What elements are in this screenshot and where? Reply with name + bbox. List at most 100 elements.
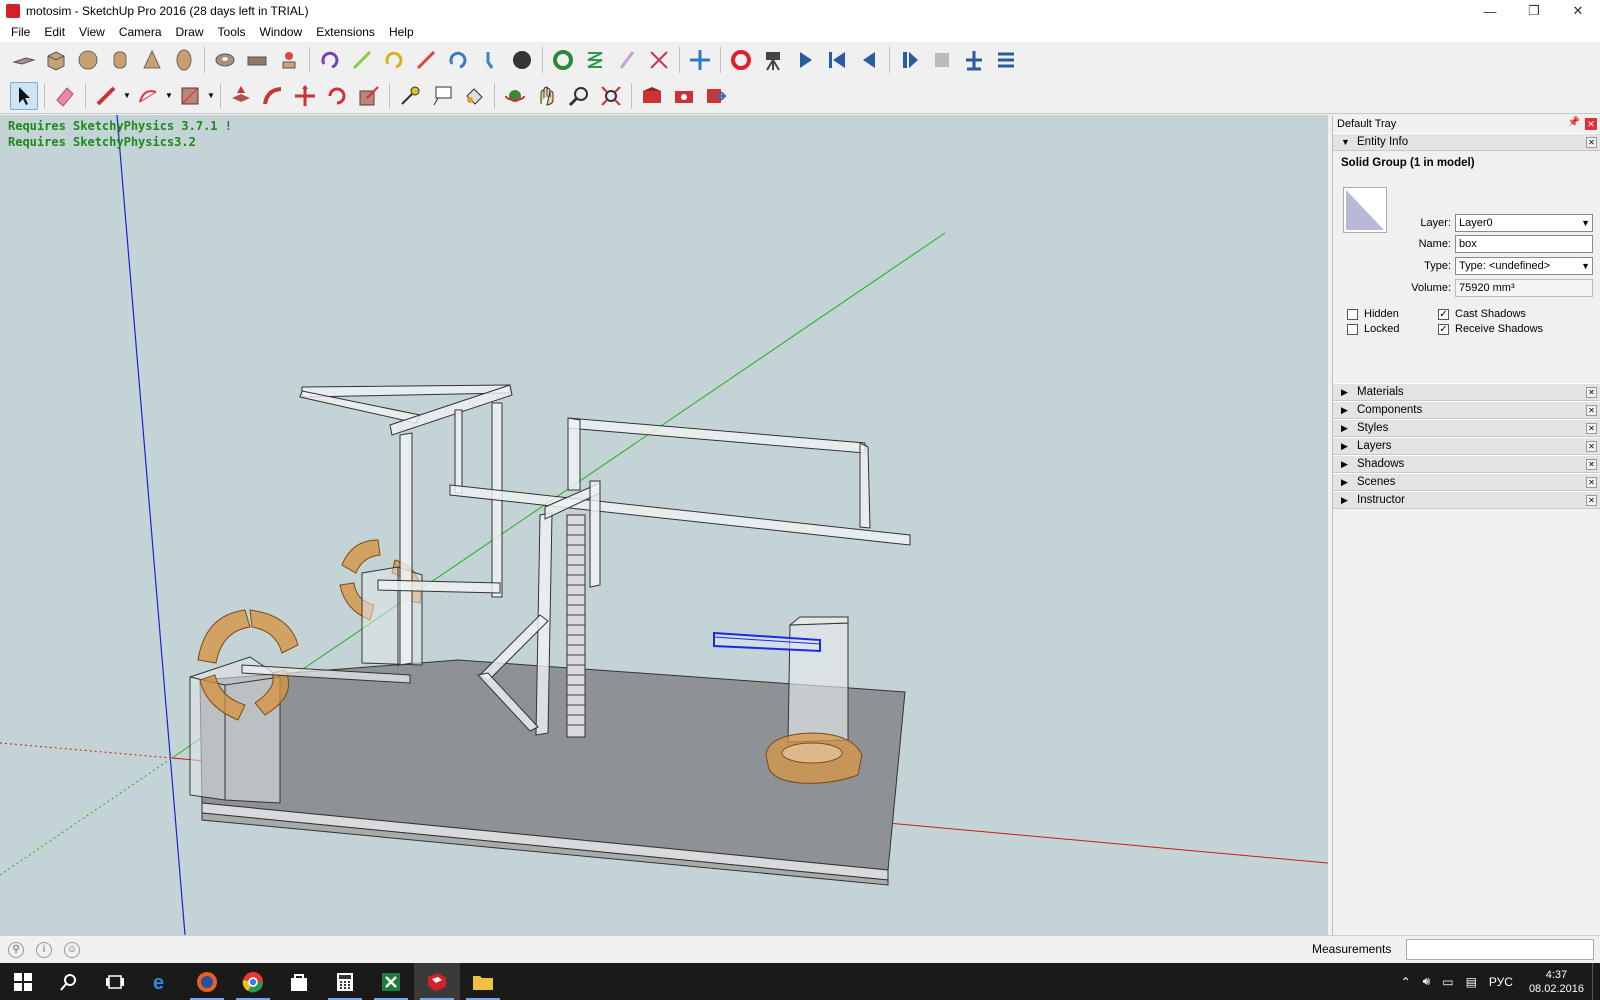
panel-materials[interactable]: ▶ Materials ✕	[1333, 383, 1600, 401]
hinge-icon[interactable]	[316, 46, 344, 74]
stop-icon[interactable]	[928, 46, 956, 74]
material-swatch[interactable]	[1343, 187, 1387, 233]
fixed-joint-icon[interactable]	[508, 46, 536, 74]
select-icon[interactable]	[10, 81, 38, 110]
receive-shadows-checkbox[interactable]: ✓ Receive Shadows	[1438, 323, 1543, 335]
calculator-icon[interactable]	[322, 963, 368, 1000]
right-tower[interactable]	[787, 616, 849, 743]
edge-icon[interactable]: e	[138, 963, 184, 1000]
restore-button[interactable]: ❐	[1512, 0, 1556, 22]
firefox-icon[interactable]	[184, 963, 230, 1000]
pause-icon[interactable]	[896, 46, 924, 74]
close-button[interactable]: ✕	[1556, 0, 1600, 22]
play-icon[interactable]	[791, 46, 819, 74]
menu-tools[interactable]: Tools	[211, 25, 253, 39]
threaded-rod[interactable]	[566, 514, 586, 738]
geolocation-icon[interactable]: ⚲	[8, 941, 24, 958]
menu-file[interactable]: File	[4, 25, 37, 39]
ellipsoid-icon[interactable]	[170, 46, 198, 74]
receive-shadows-checkbox-box[interactable]: ✓	[1438, 323, 1449, 335]
magnet-icon[interactable]	[476, 46, 504, 74]
rectangle-icon[interactable]	[176, 82, 204, 110]
excel-icon[interactable]	[368, 963, 414, 1000]
minimize-button[interactable]: —	[1468, 0, 1512, 22]
action-center-icon[interactable]: ▤	[1466, 975, 1477, 989]
search-icon[interactable]	[46, 963, 92, 1000]
panel-entity-info[interactable]: ▼ Entity Info ✕	[1333, 133, 1600, 151]
layer-select[interactable]: Layer0 ▼	[1455, 214, 1593, 232]
spring-s-icon[interactable]	[581, 46, 609, 74]
panel-shadows[interactable]: ▶ Shadows ✕	[1333, 455, 1600, 473]
push-pull-icon[interactable]	[227, 82, 255, 110]
arc-icon[interactable]	[134, 82, 162, 110]
panel-close-icon[interactable]: ✕	[1586, 459, 1597, 470]
add-icon[interactable]	[960, 46, 988, 74]
model-scene[interactable]	[0, 115, 1328, 935]
sketchup-app-icon[interactable]	[6, 4, 20, 18]
panel-close-icon[interactable]: ✕	[1586, 137, 1597, 148]
follow-me-icon[interactable]	[259, 82, 287, 110]
menu-camera[interactable]: Camera	[112, 25, 169, 39]
user-icon[interactable]: ☺	[64, 941, 80, 958]
chrome-icon[interactable]	[230, 963, 276, 1000]
pencil-dropdown[interactable]: ▼	[122, 82, 132, 110]
spring-icon[interactable]	[444, 46, 472, 74]
eraser-icon[interactable]	[51, 82, 79, 110]
panel-close-icon[interactable]: ✕	[1586, 477, 1597, 488]
zoom-extents-icon[interactable]	[597, 82, 625, 110]
chevron-up-icon[interactable]: ⌃	[1401, 975, 1411, 989]
network-icon[interactable]: ▭	[1442, 975, 1453, 989]
menu-help[interactable]: Help	[382, 25, 421, 39]
zoom-icon[interactable]	[565, 82, 593, 110]
sketchup-icon[interactable]	[414, 963, 460, 1000]
cross-icon[interactable]	[645, 46, 673, 74]
move-icon[interactable]	[291, 82, 319, 110]
locked-checkbox-box[interactable]	[1347, 323, 1358, 335]
menu-view[interactable]: View	[72, 25, 112, 39]
sphere-icon[interactable]	[74, 46, 102, 74]
rewind-icon[interactable]	[823, 46, 851, 74]
show-desktop-button[interactable]	[1592, 963, 1600, 1000]
plane-icon[interactable]	[10, 46, 38, 74]
task-view-icon[interactable]	[92, 963, 138, 1000]
type-select[interactable]: Type: <undefined> ▼	[1455, 257, 1593, 275]
scale-icon[interactable]	[355, 82, 383, 110]
panel-scenes[interactable]: ▶ Scenes ✕	[1333, 473, 1600, 491]
rectangle-dropdown[interactable]: ▼	[206, 82, 216, 110]
panel-components[interactable]: ▶ Components ✕	[1333, 401, 1600, 419]
share-model-icon[interactable]	[702, 82, 730, 110]
panel-instructor[interactable]: ▶ Instructor ✕	[1333, 491, 1600, 509]
piston-icon[interactable]	[380, 46, 408, 74]
menu-window[interactable]: Window	[253, 25, 310, 39]
paint-bucket-icon[interactable]	[460, 82, 488, 110]
menu-edit[interactable]: Edit	[37, 25, 72, 39]
volume-icon[interactable]: 🔊︎	[1423, 974, 1431, 989]
orbit-icon[interactable]	[501, 82, 529, 110]
panel-close-icon[interactable]: ✕	[1586, 441, 1597, 452]
pencil-icon[interactable]	[92, 82, 120, 110]
tape-measure-icon[interactable]	[396, 82, 424, 110]
clock[interactable]: 4:37 08.02.2016	[1529, 968, 1584, 996]
menu-icon[interactable]	[992, 46, 1020, 74]
gear-joint-icon[interactable]	[549, 46, 577, 74]
pan-icon[interactable]	[533, 82, 561, 110]
joint-icon[interactable]	[275, 46, 303, 74]
panel-close-icon[interactable]: ✕	[1586, 387, 1597, 398]
locked-checkbox[interactable]: Locked	[1347, 323, 1399, 335]
hidden-checkbox[interactable]: Hidden	[1347, 308, 1399, 320]
extension-warehouse-icon[interactable]	[670, 82, 698, 110]
top-triangle-frame[interactable]	[299, 384, 513, 666]
start-icon[interactable]	[0, 963, 46, 1000]
name-input[interactable]: box	[1455, 235, 1593, 253]
wand-icon[interactable]	[613, 46, 641, 74]
bottom-gear[interactable]	[765, 732, 863, 784]
hidden-checkbox-box[interactable]	[1347, 308, 1358, 320]
step-back-icon[interactable]	[855, 46, 883, 74]
torus-icon[interactable]	[211, 46, 239, 74]
camera-tripod-icon[interactable]	[759, 46, 787, 74]
tray-close-icon[interactable]: ✕	[1585, 118, 1597, 130]
credits-icon[interactable]: i	[36, 941, 52, 958]
warehouse-icon[interactable]	[638, 82, 666, 110]
panel-close-icon[interactable]: ✕	[1586, 405, 1597, 416]
cast-shadows-checkbox-box[interactable]: ✓	[1438, 308, 1449, 320]
